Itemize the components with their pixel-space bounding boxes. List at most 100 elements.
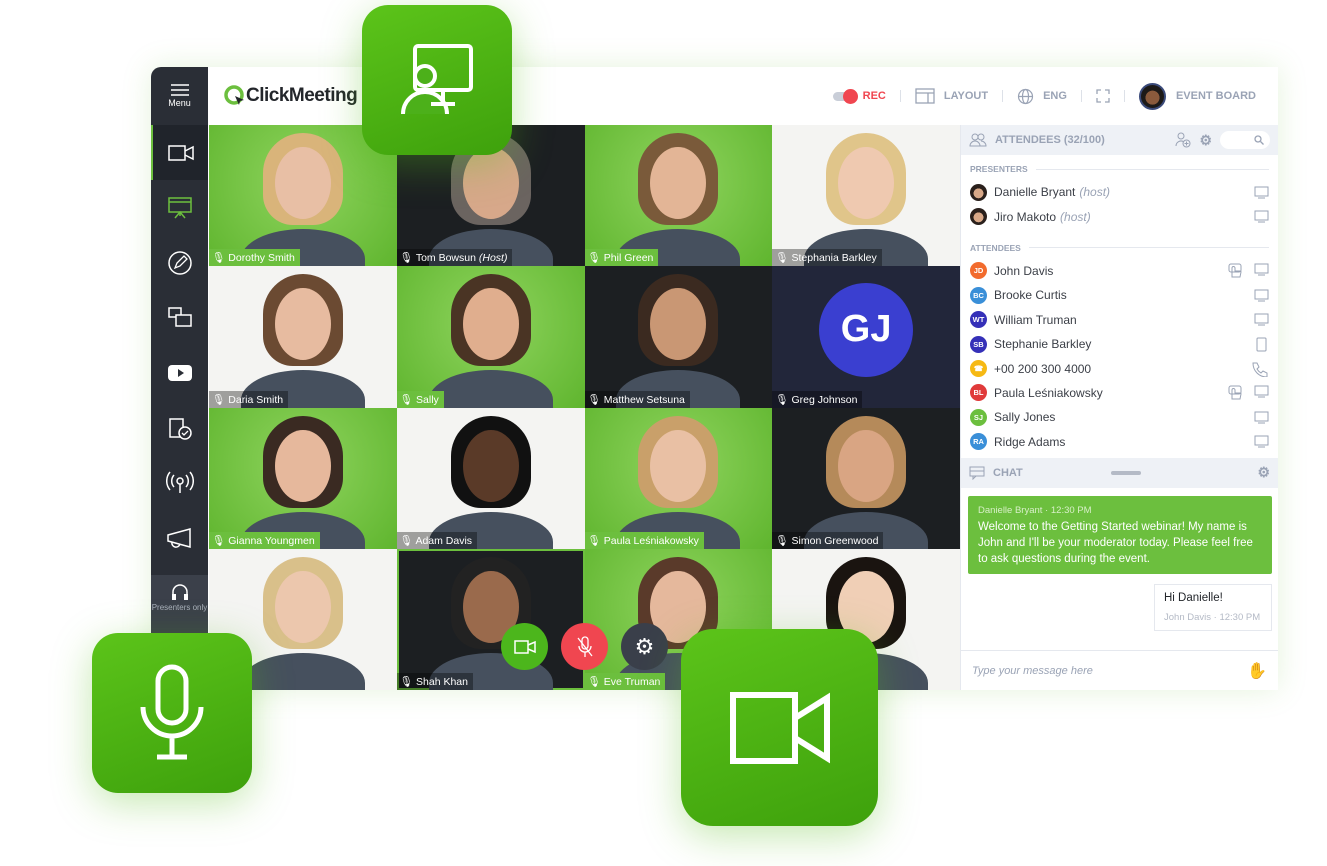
video-feature-badge xyxy=(681,629,878,826)
video-tile[interactable]: 🎙︎ Phil Green xyxy=(584,125,773,267)
participant-name: Shah Khan xyxy=(416,676,468,688)
video-tile[interactable]: 🎙︎ Paula Leśniakowsky xyxy=(584,407,773,549)
participant-name: Simon Greenwood xyxy=(791,534,879,547)
desktop-icon xyxy=(1254,263,1269,276)
layout-button[interactable]: LAYOUT xyxy=(915,88,988,104)
desktop-icon xyxy=(1254,313,1269,326)
settings-gear-icon[interactable]: ⚙ xyxy=(1199,132,1212,149)
video-tile[interactable]: 🎙︎ Daria Smith xyxy=(209,266,397,408)
presentation-icon xyxy=(167,196,192,218)
attendee-row[interactable]: JD John Davis xyxy=(961,259,1278,283)
message-time: 12:30 PM xyxy=(1050,504,1092,516)
sidebar-item-screen-share[interactable] xyxy=(151,290,208,345)
attendee-name: Paula Leśniakowsky xyxy=(994,385,1103,400)
initials-avatar: GJ xyxy=(819,282,914,377)
attendee-name: William Truman xyxy=(994,312,1077,327)
headphones-icon xyxy=(171,584,188,600)
attendee-search-input[interactable] xyxy=(1220,131,1270,149)
attendee-avatar: SB xyxy=(970,335,987,353)
chat-settings-icon[interactable]: ⚙ xyxy=(1257,464,1270,481)
rec-switch[interactable] xyxy=(832,88,858,104)
sidebar-item-cta[interactable] xyxy=(151,510,208,565)
attendees-icon xyxy=(969,133,987,147)
add-user-icon[interactable] xyxy=(1175,132,1191,148)
attendee-avatar: SJ xyxy=(970,408,987,426)
mic-icon: 🎙︎ xyxy=(212,252,226,265)
message-author: Danielle Bryant xyxy=(978,504,1043,516)
attendee-avatar: ☎ xyxy=(970,360,987,378)
presenter-row[interactable]: Danielle Bryant (host) xyxy=(961,180,1278,204)
sidebar-item-broadcast[interactable] xyxy=(151,455,208,510)
hand-raised-icon xyxy=(1228,385,1242,400)
participant-name-label: 🎙︎ Phil Green xyxy=(584,249,659,267)
sidebar-item-video[interactable] xyxy=(151,125,208,180)
rec-toggle[interactable]: REC xyxy=(832,88,886,104)
presenters-only-toggle[interactable]: Presenters only xyxy=(151,575,208,635)
video-camera-icon xyxy=(729,691,830,764)
sidebar-item-surveys[interactable] xyxy=(151,400,208,455)
participant-video xyxy=(804,133,929,267)
menu-label: Menu xyxy=(168,98,191,108)
participant-name: Adam Davis xyxy=(415,534,473,547)
event-board-button[interactable]: EVENT BOARD xyxy=(1138,82,1256,110)
participant-video xyxy=(616,415,741,549)
video-tile[interactable]: 🎙︎ Adam Davis xyxy=(396,407,585,549)
participant-video xyxy=(428,274,553,408)
mic-icon: 🎙︎ xyxy=(399,252,414,265)
attendee-name: Stephanie Barkley xyxy=(994,337,1092,352)
chat-input[interactable]: Type your message here ✋ xyxy=(961,650,1278,690)
attendee-avatar: RA xyxy=(970,433,987,451)
attendee-row[interactable]: ☎ +00 200 300 4000 xyxy=(961,356,1278,380)
menu-button[interactable]: Menu xyxy=(151,67,208,125)
attendee-avatar: WT xyxy=(970,311,987,329)
mic-toggle-button[interactable] xyxy=(561,623,608,670)
participant-name-label: 🎙︎ Matthew Setsuna xyxy=(584,390,690,408)
video-tile[interactable]: GJ 🎙︎ Greg Johnson xyxy=(772,266,960,408)
participant-video xyxy=(804,415,929,549)
participant-name: Greg Johnson xyxy=(791,393,858,406)
avatar xyxy=(970,183,987,201)
video-tile[interactable]: 🎙︎ Simon Greenwood xyxy=(772,407,960,549)
sidebar-item-whiteboard[interactable] xyxy=(151,235,208,290)
sidebar-item-presentation[interactable] xyxy=(151,180,208,235)
video-tile[interactable]: 🎙︎ Sally xyxy=(396,266,585,408)
video-tile[interactable]: 🎙︎ Gianna Youngmen xyxy=(209,407,397,549)
video-tile[interactable]: 🎙︎ Shah Khan xyxy=(396,548,585,690)
presenter-row[interactable]: Jiro Makoto (host) xyxy=(961,204,1278,228)
chat-placeholder: Type your message here xyxy=(972,664,1093,677)
attendee-row[interactable]: SJ Sally Jones xyxy=(961,405,1278,429)
camera-toggle-button[interactable] xyxy=(501,623,548,670)
participant-name-label: 🎙︎ Tom Bowsun (Host) xyxy=(396,249,513,267)
participant-video xyxy=(616,133,741,267)
attendee-row[interactable]: RA Ridge Adams xyxy=(961,430,1278,454)
raise-hand-icon[interactable]: ✋ xyxy=(1247,661,1267,681)
mic-icon: 🎙︎ xyxy=(775,534,789,547)
mic-icon: 🎙︎ xyxy=(775,252,789,265)
participant-name-label: 🎙︎ Adam Davis xyxy=(396,531,478,549)
participant-video xyxy=(428,415,553,549)
video-tile[interactable]: 🎙︎ Stephania Barkley xyxy=(772,125,960,267)
attendee-name: Ridge Adams xyxy=(994,434,1066,449)
language-button[interactable]: ENG xyxy=(1017,88,1067,105)
mic-icon: 🎙︎ xyxy=(212,393,226,406)
attendee-row[interactable]: WT William Truman xyxy=(961,308,1278,332)
participant-name: Gianna Youngmen xyxy=(228,534,315,547)
chat-header: CHAT ⚙ xyxy=(961,457,1278,488)
screen-share-icon xyxy=(167,306,192,327)
chat-message: Danielle Bryant · 12:30 PM Welcome to th… xyxy=(968,495,1272,574)
attendee-row[interactable]: BL Paula Leśniakowsky xyxy=(961,381,1278,405)
mobile-icon xyxy=(1256,337,1267,352)
sidebar-item-youtube[interactable] xyxy=(151,345,208,400)
fullscreen-icon[interactable] xyxy=(1096,89,1110,103)
message-author: John Davis xyxy=(1164,611,1211,623)
av-settings-button[interactable]: ⚙ xyxy=(621,623,668,670)
attendee-avatar: BL xyxy=(970,384,987,402)
desktop-icon xyxy=(1254,186,1269,199)
participant-name: Eve Truman xyxy=(603,676,661,688)
video-tile[interactable]: 🎙︎ Matthew Setsuna xyxy=(584,266,773,408)
phone-icon xyxy=(1252,362,1268,377)
attendee-row[interactable]: SB Stephanie Barkley xyxy=(961,332,1278,356)
attendee-row[interactable]: BC Brooke Curtis xyxy=(961,283,1278,307)
survey-icon xyxy=(168,417,192,440)
resize-handle[interactable] xyxy=(1110,470,1141,475)
